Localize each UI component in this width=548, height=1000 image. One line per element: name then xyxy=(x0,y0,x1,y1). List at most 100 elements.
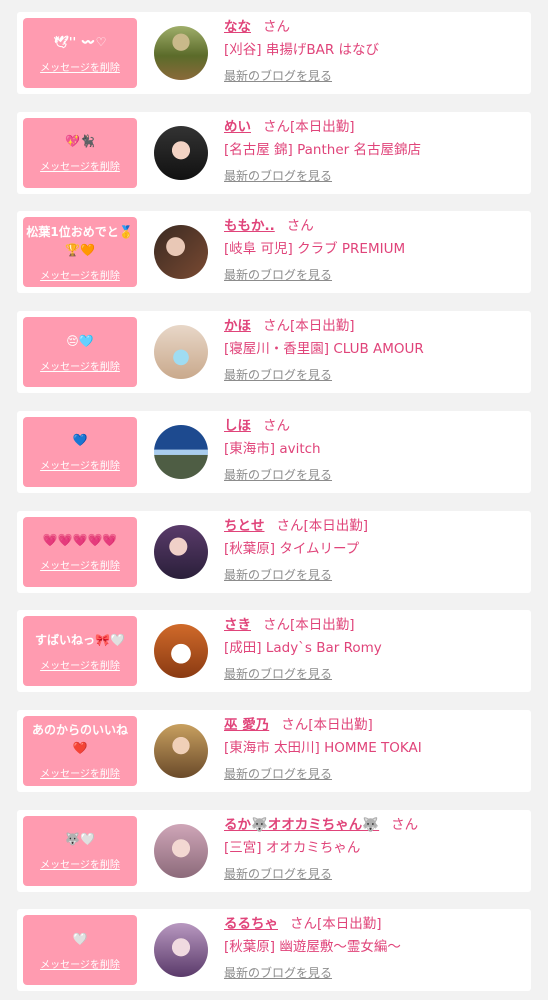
message-box: 🐺🤍 メッセージを削除 xyxy=(23,815,137,886)
work-status-label: [本日出勤] xyxy=(290,617,355,634)
name-line: ももか.. さん xyxy=(224,217,524,235)
avatar[interactable] xyxy=(154,524,208,579)
message-card: 💖🐈‍⬛ メッセージを削除 めい さん[本日出勤] [名古屋 錦] Panther 名古… xyxy=(17,111,531,194)
message-text: 🤍 xyxy=(72,931,88,946)
shop-label: [秋葉原] 幽遊屋敷〜霊女編〜 xyxy=(224,939,401,956)
message-box: 🤍 メッセージを削除 xyxy=(23,915,137,986)
message-box: 💖🐈‍⬛ メッセージを削除 xyxy=(23,117,137,188)
latest-blog-link[interactable]: 最新のブログを見る xyxy=(224,865,332,882)
cast-name-link[interactable]: なな xyxy=(224,19,251,35)
avatar[interactable] xyxy=(154,424,208,479)
message-text: 松葉1位おめでと🥇🏆🧡 xyxy=(26,224,134,257)
shop-label: [刈谷] 串揚げBAR はなび xyxy=(224,42,379,58)
message-box: あのからのいいね❤️ メッセージを削除 xyxy=(23,715,137,786)
message-text: 🕊'' 〰♡ xyxy=(53,34,107,49)
name-line: るるちゃ さん[本日出勤] xyxy=(224,915,524,933)
cast-name-link[interactable]: るか🐺オオカミちゃん🐺 xyxy=(224,817,379,833)
shop-label: [三宮] オオカミちゃん xyxy=(224,839,361,856)
message-text: 🐺🤍 xyxy=(65,832,95,847)
cast-info: かほ さん[本日出勤] [寝屋川・香里園] CLUB AMOUR 最新のブログを見る xyxy=(224,317,524,383)
latest-blog-link[interactable]: 最新のブログを見る xyxy=(224,566,332,583)
latest-blog-link[interactable]: 最新のブログを見る xyxy=(224,964,332,981)
cast-name-link[interactable]: るるちゃ xyxy=(224,916,278,932)
cast-name-link[interactable]: かほ xyxy=(224,318,251,334)
honorific-label: さん xyxy=(263,318,290,335)
latest-blog-link[interactable]: 最新のブログを見る xyxy=(224,266,332,283)
name-line: さき さん[本日出勤] xyxy=(224,616,524,634)
message-text: すばいねっ🎀🤍 xyxy=(35,632,125,647)
avatar[interactable] xyxy=(154,723,208,778)
cast-info: なな さん [刈谷] 串揚げBAR はなび 最新のブログを見る xyxy=(224,18,524,84)
work-status-label: [本日出勤] xyxy=(290,318,355,335)
latest-blog-link[interactable]: 最新のブログを見る xyxy=(224,366,332,383)
delete-message-link[interactable]: メッセージを削除 xyxy=(40,557,120,572)
message-box: すばいねっ🎀🤍 メッセージを削除 xyxy=(23,616,137,687)
avatar[interactable] xyxy=(154,923,208,978)
work-status-label: [本日出勤] xyxy=(317,916,382,933)
honorific-label: さん xyxy=(263,118,290,135)
message-card: 😔🩵 メッセージを削除 かほ さん[本日出勤] [寝屋川・香里園] CLUB AMOUR… xyxy=(17,311,531,394)
avatar[interactable] xyxy=(154,125,208,180)
avatar[interactable] xyxy=(154,26,208,80)
shop-label: [東海市] avitch xyxy=(224,440,321,457)
delete-message-link[interactable]: メッセージを削除 xyxy=(40,956,120,971)
latest-blog-link[interactable]: 最新のブログを見る xyxy=(224,67,332,84)
avatar[interactable] xyxy=(154,325,208,380)
work-status-label: [本日出勤] xyxy=(308,716,373,733)
cast-name-link[interactable]: ちとせ xyxy=(224,518,265,534)
cast-info: さき さん[本日出勤] [成田] Lady`s Bar Romy 最新のブログを見る xyxy=(224,616,524,682)
cast-info: ももか.. さん [岐阜 可児] クラブ PREMIUM 最新のブログを見る xyxy=(224,217,524,283)
delete-message-link[interactable]: メッセージを削除 xyxy=(40,267,120,282)
cast-info: るか🐺オオカミちゃん🐺 さん [三宮] オオカミちゃん 最新のブログを見る xyxy=(224,816,524,882)
cast-info: るるちゃ さん[本日出勤] [秋葉原] 幽遊屋敷〜霊女編〜 最新のブログを見る xyxy=(224,915,524,981)
cast-info: めい さん[本日出勤] [名古屋 錦] Panther 名古屋錦店 最新のブログを見る xyxy=(224,118,524,184)
shop-label: [成田] Lady`s Bar Romy xyxy=(224,640,382,657)
honorific-label: さん xyxy=(391,816,419,833)
message-text: 💙 xyxy=(72,433,88,448)
work-status-label: [本日出勤] xyxy=(303,517,369,534)
name-line: るか🐺オオカミちゃん🐺 さん xyxy=(224,816,524,834)
delete-message-link[interactable]: メッセージを削除 xyxy=(40,158,120,173)
avatar[interactable] xyxy=(154,823,208,878)
delete-message-link[interactable]: メッセージを削除 xyxy=(40,358,120,373)
message-text: 💖🐈‍⬛ xyxy=(65,134,95,149)
name-line: しほ さん xyxy=(224,417,524,435)
shop-label: [岐阜 可児] クラブ PREMIUM xyxy=(224,241,406,258)
delete-message-link[interactable]: メッセージを削除 xyxy=(40,765,120,780)
cast-name-link[interactable]: ももか.. xyxy=(224,218,275,234)
name-line: なな さん xyxy=(224,18,524,36)
latest-blog-link[interactable]: 最新のブログを見る xyxy=(224,167,332,184)
delete-message-link[interactable]: メッセージを削除 xyxy=(40,457,120,472)
message-box: 松葉1位おめでと🥇🏆🧡 メッセージを削除 xyxy=(23,217,137,288)
message-card: 💗💗💗💗💗 メッセージを削除 ちとせ さん[本日出勤] [秋葉原] タイムリープ 最新のブ… xyxy=(17,510,531,593)
message-text: あのからのいいね❤️ xyxy=(31,723,128,756)
latest-blog-link[interactable]: 最新のブログを見る xyxy=(224,466,332,483)
message-card: 💙 メッセージを削除 しほ さん [東海市] avitch 最新のブログを見る xyxy=(17,410,531,493)
shop-label: [秋葉原] タイムリープ xyxy=(224,540,360,557)
avatar[interactable] xyxy=(154,225,208,280)
honorific-label: さん xyxy=(263,19,290,35)
cast-info: ちとせ さん[本日出勤] [秋葉原] タイムリープ 最新のブログを見る xyxy=(224,517,524,583)
latest-blog-link[interactable]: 最新のブログを見る xyxy=(224,765,332,782)
message-box: 💗💗💗💗💗 メッセージを削除 xyxy=(23,516,137,587)
cast-name-link[interactable]: めい xyxy=(224,119,251,135)
message-box: 💙 メッセージを削除 xyxy=(23,416,137,487)
delete-message-link[interactable]: メッセージを削除 xyxy=(40,657,120,672)
cast-name-link[interactable]: しほ xyxy=(224,418,251,434)
delete-message-link[interactable]: メッセージを削除 xyxy=(40,59,120,74)
shop-label: [名古屋 錦] Panther 名古屋錦店 xyxy=(224,141,421,158)
message-card: 松葉1位おめでと🥇🏆🧡 メッセージを削除 ももか.. さん [岐阜 可児] クラブ PR… xyxy=(17,211,531,294)
avatar[interactable] xyxy=(154,624,208,679)
delete-message-link[interactable]: メッセージを削除 xyxy=(40,856,120,871)
honorific-label: さん xyxy=(263,417,290,434)
cast-name-link[interactable]: 巫 愛乃 xyxy=(224,717,269,733)
cast-name-link[interactable]: さき xyxy=(224,617,251,633)
message-box: 😔🩵 メッセージを削除 xyxy=(23,317,137,388)
honorific-label: さん xyxy=(281,716,309,733)
message-card: あのからのいいね❤️ メッセージを削除 巫 愛乃 さん[本日出勤] [東海市 太田川] … xyxy=(17,709,531,792)
name-line: めい さん[本日出勤] xyxy=(224,118,524,136)
latest-blog-link[interactable]: 最新のブログを見る xyxy=(224,665,332,682)
message-card: 🕊'' 〰♡ メッセージを削除 なな さん [刈谷] 串揚げBAR はなび 最新のブログを… xyxy=(17,12,531,94)
message-card: 🐺🤍 メッセージを削除 るか🐺オオカミちゃん🐺 さん [三宮] オオカミちゃん 最新のブロ… xyxy=(17,809,531,892)
honorific-label: さん xyxy=(263,617,290,634)
